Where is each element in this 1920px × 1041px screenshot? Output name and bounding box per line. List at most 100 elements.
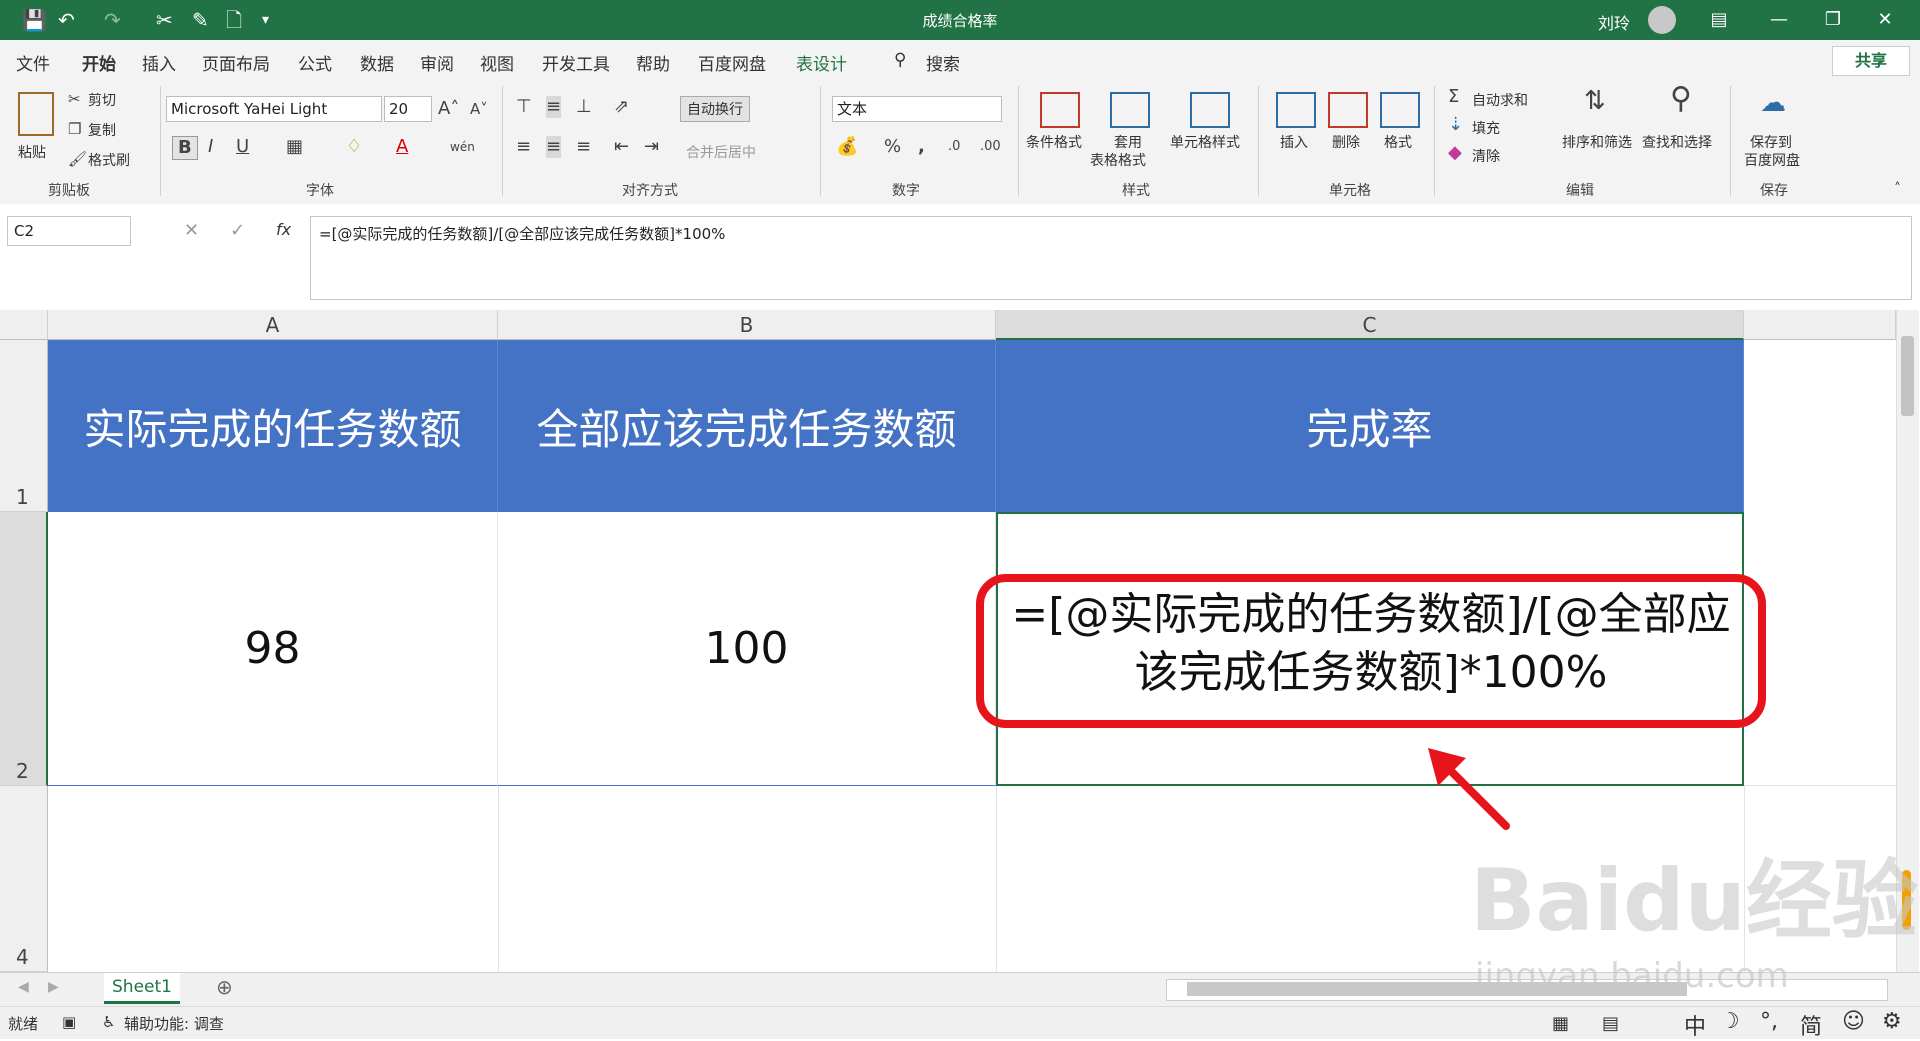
accessibility-status[interactable]: 辅助功能: 调查	[124, 1013, 224, 1034]
sort-filter-icon[interactable]: ⇅	[1584, 88, 1606, 114]
macro-record-icon[interactable]: ▣	[62, 1013, 76, 1031]
header-cell-b1[interactable]: 全部应该完成任务数额	[498, 340, 996, 512]
conditional-format-icon[interactable]	[1040, 92, 1080, 128]
increase-decimal-icon[interactable]: .0	[948, 136, 960, 158]
autosum-icon[interactable]: Σ	[1448, 86, 1459, 108]
find-icon[interactable]: ⚲	[1670, 84, 1692, 114]
align-top-icon[interactable]: ⊤	[516, 96, 532, 118]
insert-cells-icon[interactable]	[1276, 92, 1316, 128]
comma-style-icon[interactable]: ,	[918, 136, 925, 158]
scroll-thumb[interactable]	[1901, 336, 1914, 416]
paste-button[interactable]: 粘贴	[18, 142, 46, 162]
font-color-icon[interactable]: A	[396, 136, 408, 158]
fill-color-icon[interactable]: ♢	[346, 136, 362, 158]
cell-styles-icon[interactable]	[1190, 92, 1230, 128]
insert-function-icon[interactable]: fx	[276, 220, 291, 239]
autosum-button[interactable]: 自动求和	[1472, 90, 1528, 110]
name-box[interactable]: C2	[7, 216, 131, 246]
tab-developer[interactable]: 开发工具	[542, 50, 610, 75]
tab-insert[interactable]: 插入	[142, 50, 176, 75]
cell-b2[interactable]: 100	[498, 512, 996, 786]
decrease-decimal-icon[interactable]: .00	[980, 136, 1001, 158]
cell-a2[interactable]: 98	[48, 512, 498, 786]
sheet-tab-sheet1[interactable]: Sheet1	[104, 973, 180, 1004]
accessibility-icon[interactable]: ♿	[102, 1013, 115, 1031]
align-center-icon[interactable]: ≡	[546, 136, 562, 158]
sort-filter-button[interactable]: 排序和筛选	[1562, 132, 1632, 152]
emoji-icon[interactable]: ☺	[1842, 1009, 1865, 1034]
bold-icon[interactable]: B	[172, 136, 198, 160]
tab-help[interactable]: 帮助	[636, 50, 670, 75]
format-cells-button[interactable]: 格式	[1384, 132, 1412, 152]
cell-styles-button[interactable]: 单元格样式	[1170, 132, 1240, 152]
align-bottom-icon[interactable]: ⊥	[576, 96, 592, 118]
tab-scroll-left-icon[interactable]: ◀	[18, 979, 29, 995]
tab-review[interactable]: 审阅	[420, 50, 454, 75]
fill-icon[interactable]: ⇣	[1448, 114, 1463, 136]
column-header-b[interactable]: B	[498, 310, 996, 340]
tab-baidu-netdisk[interactable]: 百度网盘	[698, 50, 766, 75]
cancel-icon[interactable]: ✕	[184, 220, 199, 241]
cell-d2[interactable]	[1744, 512, 1896, 786]
format-as-table-icon[interactable]	[1110, 92, 1150, 128]
normal-view-icon[interactable]: ▦	[1552, 1013, 1569, 1034]
clear-icon[interactable]: ◆	[1448, 142, 1462, 164]
increase-font-icon[interactable]: A˄	[438, 98, 459, 120]
format-painter-icon[interactable]: 🖌	[68, 148, 87, 170]
select-all-corner[interactable]	[0, 310, 48, 340]
font-name-select[interactable]: Microsoft YaHei Light	[166, 96, 382, 122]
clear-button[interactable]: 清除	[1472, 146, 1500, 166]
minimize-icon[interactable]: —	[1756, 6, 1802, 34]
font-size-select[interactable]: 20	[384, 96, 432, 122]
delete-cells-button[interactable]: 删除	[1332, 132, 1360, 152]
ribbon-display-icon[interactable]: ▤	[1696, 6, 1742, 34]
merge-center-button[interactable]: 合并后居中	[686, 142, 756, 162]
save-to-netdisk-button[interactable]: 保存到	[1750, 132, 1792, 152]
format-as-table-button[interactable]: 套用	[1114, 132, 1142, 152]
format-painter-button[interactable]: 格式刷	[88, 150, 130, 170]
align-left-icon[interactable]: ≡	[516, 136, 531, 158]
ime-chinese[interactable]: 中	[1684, 1009, 1706, 1041]
tab-home[interactable]: 开始	[82, 50, 116, 83]
conditional-format-button[interactable]: 条件格式	[1026, 132, 1082, 152]
orientation-icon[interactable]: ⇗	[614, 96, 629, 118]
close-icon[interactable]: ✕	[1862, 6, 1908, 34]
align-middle-icon[interactable]: ≡	[546, 96, 562, 118]
align-right-icon[interactable]: ≡	[576, 136, 591, 158]
enter-icon[interactable]: ✓	[230, 220, 245, 241]
formula-input[interactable]: =[@实际完成的任务数额]/[@全部应该完成任务数额]*100%	[310, 216, 1912, 300]
ime-punctuation-icon[interactable]: °,	[1760, 1009, 1778, 1034]
search-label[interactable]: 搜索	[926, 50, 960, 75]
fill-button[interactable]: 填充	[1472, 118, 1500, 138]
border-icon[interactable]: ▦	[286, 136, 303, 158]
column-header-a[interactable]: A	[48, 310, 498, 340]
add-sheet-icon[interactable]: ⊕	[216, 975, 233, 999]
ime-simplified[interactable]: 简	[1800, 1009, 1822, 1041]
header-cell-a1[interactable]: 实际完成的任务数额	[48, 340, 498, 512]
tab-table-design[interactable]: 表设计	[796, 50, 847, 75]
baidu-netdisk-icon[interactable]: ☁	[1760, 90, 1786, 116]
share-button[interactable]: 共享	[1832, 46, 1910, 76]
format-cells-icon[interactable]	[1380, 92, 1420, 128]
ime-moon-icon[interactable]: ☽	[1720, 1009, 1740, 1034]
header-cell-c1[interactable]: 完成率	[996, 340, 1744, 512]
percent-icon[interactable]: %	[884, 136, 901, 158]
tab-formulas[interactable]: 公式	[298, 50, 332, 75]
cut-button[interactable]: 剪切	[88, 90, 116, 110]
avatar[interactable]	[1648, 6, 1676, 34]
tab-view[interactable]: 视图	[480, 50, 514, 75]
phonetic-icon[interactable]: wén	[450, 136, 475, 158]
page-layout-view-icon[interactable]: ▤	[1602, 1013, 1619, 1034]
delete-cells-icon[interactable]	[1328, 92, 1368, 128]
underline-icon[interactable]: U	[236, 136, 249, 158]
restore-icon[interactable]: ❐	[1810, 6, 1856, 34]
tab-data[interactable]: 数据	[360, 50, 394, 75]
increase-indent-icon[interactable]: ⇥	[644, 136, 659, 158]
row-header-2[interactable]: 2	[0, 512, 48, 786]
insert-cells-button[interactable]: 插入	[1280, 132, 1308, 152]
decrease-indent-icon[interactable]: ⇤	[614, 136, 629, 158]
user-name[interactable]: 刘玲	[1598, 10, 1630, 34]
copy-button[interactable]: 复制	[88, 120, 116, 140]
italic-icon[interactable]: I	[208, 136, 213, 158]
accounting-format-icon[interactable]: 💰	[836, 136, 858, 158]
